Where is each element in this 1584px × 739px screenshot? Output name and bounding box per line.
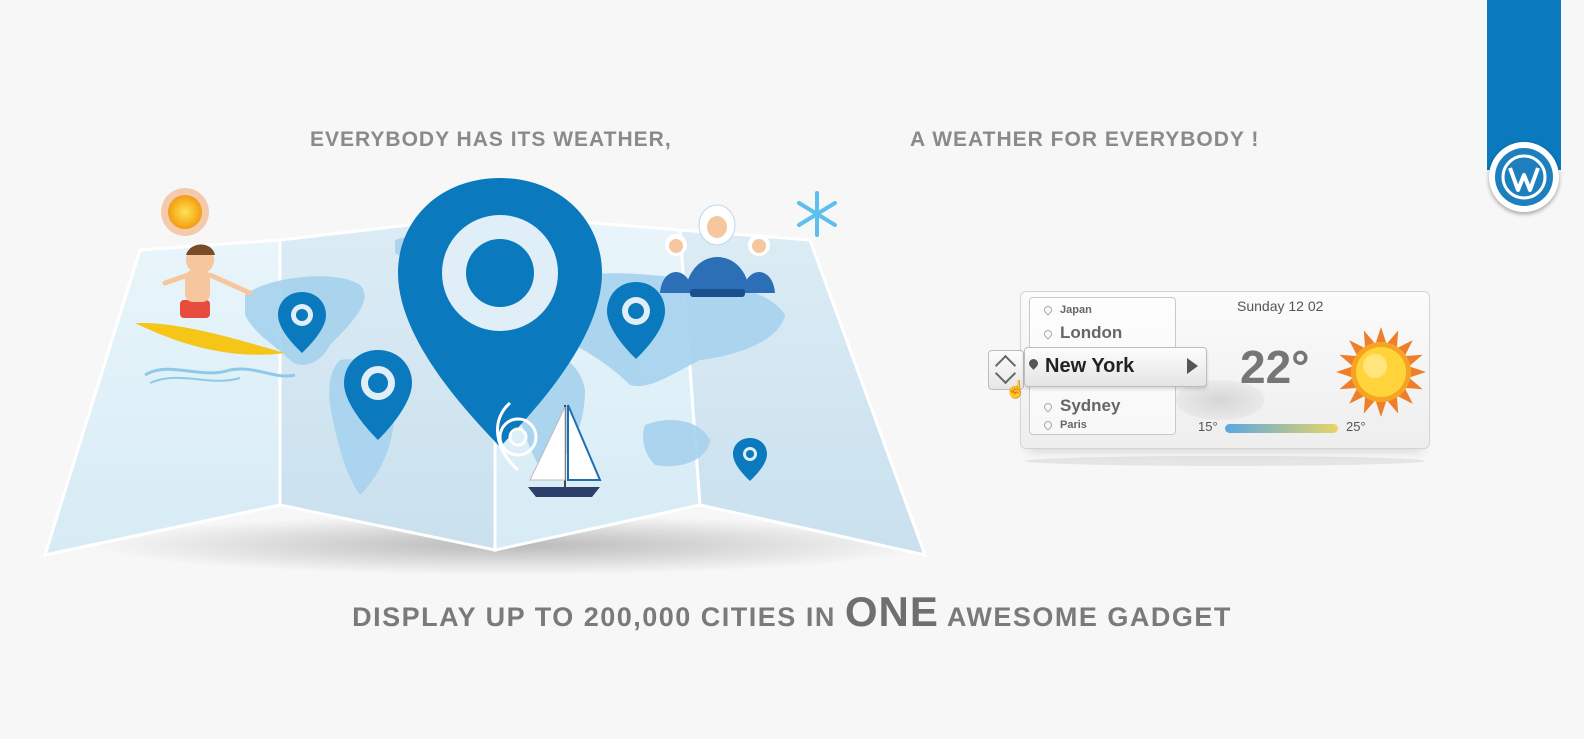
tagline-right: A WEATHER FOR EVERYBODY ! xyxy=(910,128,1260,151)
city-list-item[interactable]: Japan xyxy=(1042,304,1092,316)
sun-icon xyxy=(1336,327,1426,417)
promo-text-post: AWESOME GADGET xyxy=(938,602,1232,632)
city-list-item[interactable]: Sydney xyxy=(1042,396,1120,416)
selected-city-label: New York xyxy=(1045,355,1135,377)
current-temperature: 22° xyxy=(1240,341,1310,393)
location-pin-icon xyxy=(1042,304,1054,316)
widget-shadow xyxy=(1025,456,1425,466)
snowflake-icon xyxy=(797,191,837,237)
widget-date: Sunday 12 02 xyxy=(1237,298,1324,314)
location-pin-icon xyxy=(1042,400,1054,413)
city-list-item[interactable]: Paris xyxy=(1042,419,1087,431)
temperature-range-bar xyxy=(1225,424,1338,433)
sun-icon xyxy=(161,188,209,236)
promo-headline: DISPLAY UP TO 200,000 CITIES IN ONE AWES… xyxy=(0,588,1584,636)
promo-text-emphasis: ONE xyxy=(844,588,939,635)
cursor-hand-icon: ☝ xyxy=(1005,380,1027,399)
temperature-max: 25° xyxy=(1346,419,1366,434)
temperature-min: 15° xyxy=(1198,419,1218,434)
play-arrow-icon[interactable] xyxy=(1187,358,1198,374)
world-map-illustration xyxy=(42,178,930,575)
city-list-item[interactable]: London xyxy=(1042,323,1122,343)
location-pin-icon xyxy=(1042,327,1054,340)
tagline-left: EVERYBODY HAS ITS WEATHER, xyxy=(310,128,672,151)
promo-text-pre: DISPLAY UP TO 200,000 CITIES IN xyxy=(352,602,845,632)
wordpress-icon[interactable] xyxy=(1489,142,1559,212)
location-pin-icon xyxy=(1042,419,1054,431)
